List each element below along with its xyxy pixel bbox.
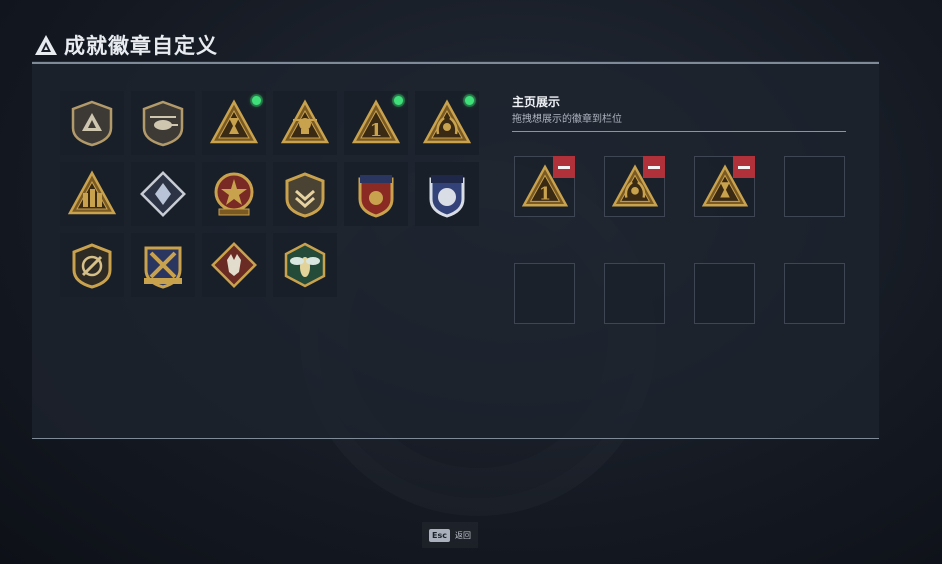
badge-item[interactable] [415,162,479,226]
skull-triangle-badge-icon [280,99,330,144]
eagle-crest-badge-icon [429,175,465,218]
badge-item[interactable] [202,91,266,155]
svg-text:1: 1 [370,120,383,141]
wolf-diamond-badge-icon [211,242,257,288]
wreath-triangle-badge-icon [422,99,472,144]
back-button[interactable]: Esc 返回 [422,522,478,548]
crest-stars-badge-icon [358,175,394,218]
slash-shield-badge-icon [72,243,112,289]
showcase-slots: 1 [514,156,845,324]
page-title: 成就徽章自定义 [64,34,218,58]
chevron-shield-badge-icon [285,172,325,218]
showcase-slot-filled[interactable]: 1 [514,156,575,217]
minus-icon [558,165,570,169]
showcase-slot-empty[interactable] [784,263,845,324]
badge-grid: 1 [60,91,479,297]
badge-item[interactable] [60,162,124,226]
showcase-slot-filled[interactable] [604,156,665,217]
badge-item[interactable] [60,233,124,297]
esc-key-icon: Esc [429,528,450,542]
triangle-logo-icon [35,35,57,55]
badge-item[interactable] [60,91,124,155]
shield-triangle-badge-icon [71,100,113,147]
badge-item[interactable] [344,162,408,226]
badge-item[interactable] [131,91,195,155]
showcase-slot-empty[interactable] [694,263,755,324]
crossed-arms-badge-icon [144,246,182,289]
badge-item[interactable] [131,162,195,226]
hourglass-triangle-badge-icon [209,99,259,144]
new-indicator-dot [465,96,474,105]
minus-icon [648,165,660,169]
showcase-slot-empty[interactable] [514,263,575,324]
new-indicator-dot [252,96,261,105]
remove-badge-button[interactable] [643,156,665,178]
badge-item[interactable] [202,162,266,226]
badge-item[interactable] [415,91,479,155]
badge-item[interactable] [273,91,337,155]
showcase-title: 主页展示 [512,95,561,109]
badge-item[interactable] [273,162,337,226]
new-indicator-dot [394,96,403,105]
minus-icon [738,165,750,169]
diamond-crystal-badge-icon [140,171,186,217]
star-medal-badge-icon [214,172,254,216]
number-one-triangle-badge-icon: 1 [351,99,401,144]
badge-item[interactable] [131,233,195,297]
svg-text:1: 1 [538,184,550,204]
wasp-hexagon-badge-icon [284,242,326,288]
showcase-slot-empty[interactable] [784,156,845,217]
helicopter-shield-badge-icon [142,100,184,147]
soldiers-triangle-badge-icon [67,170,117,215]
remove-badge-button[interactable] [553,156,575,178]
showcase-divider [512,131,846,132]
showcase-slot-empty[interactable] [604,263,665,324]
showcase-slot-filled[interactable] [694,156,755,217]
badge-item[interactable] [273,233,337,297]
badge-panel: 1 主页展示 拖拽想展示的徽章到栏位 1 [32,62,879,439]
badge-item[interactable]: 1 [344,91,408,155]
back-label: 返回 [454,530,471,540]
page-header: 成就徽章自定义 [34,30,218,60]
showcase-subtitle: 拖拽想展示的徽章到栏位 [512,114,622,125]
remove-badge-button[interactable] [733,156,755,178]
badge-item[interactable] [202,233,266,297]
